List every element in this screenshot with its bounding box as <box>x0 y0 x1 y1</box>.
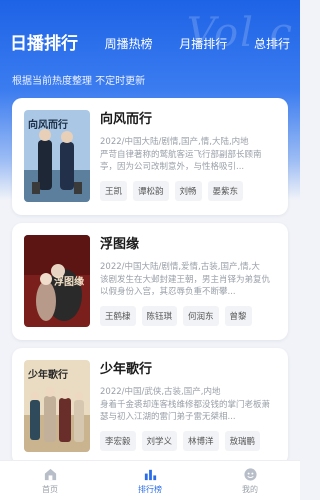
update-note: 根据当前热度整理 不定时更新 <box>12 76 146 87</box>
drama-card[interactable]: 向风而行 向风而行 2022/中国大陆/剧情,国产,情,大陆,内地 严苛自律著称… <box>12 98 288 215</box>
drama-meta: 2022/中国大陆/剧情,国产,情,大陆,内地 <box>100 137 249 147</box>
nav-ranking-label: 排行榜 <box>138 484 162 494</box>
drama-description: 严苛自律著称的鹫航客运飞行部副部长顾南亭，因为公司改制意外，与性格吸引... <box>100 150 262 172</box>
drama-poster: 浮图缘 <box>24 235 90 327</box>
home-icon <box>43 467 58 482</box>
poster-title: 少年歌行 <box>28 370 68 381</box>
poster-title: 浮图缘 <box>54 277 84 288</box>
drama-poster: 向风而行 <box>24 110 90 202</box>
tab-daily[interactable]: 日播排行 <box>10 29 78 54</box>
bottom-nav: 首页 排行榜 我的 <box>0 460 300 500</box>
actor-list: 王凯 谭松韵 刘畅 晏紫东 <box>100 181 278 201</box>
drama-card[interactable]: 少年歌行 少年歌行 2022/中国/武侠,古装,国产,内地 身着千金裘却连客栈维… <box>12 348 288 465</box>
actor-tag[interactable]: 敖瑞鹏 <box>224 431 261 451</box>
actor-tag[interactable]: 晏紫东 <box>207 181 244 201</box>
actor-tag[interactable]: 林博洋 <box>183 431 219 451</box>
drama-card[interactable]: 浮图缘 浮图缘 2022/中国大陆/剧情,爱情,古装,国产,情,大 该剧发生在大… <box>12 223 288 340</box>
rank-icon <box>143 467 158 482</box>
actor-tag[interactable]: 何润东 <box>183 306 219 326</box>
actor-tag[interactable]: 王鹤棣 <box>100 306 136 326</box>
nav-profile-label: 我的 <box>242 484 258 494</box>
actor-tag[interactable]: 李宏毅 <box>100 431 136 451</box>
drama-meta: 2022/中国大陆/剧情,爱情,古装,国产,情,大 <box>100 262 260 272</box>
nav-profile[interactable]: 我的 <box>220 467 280 495</box>
drama-title: 向风而行 <box>100 112 153 127</box>
drama-description: 该剧发生在大邺封建王朝，男主肖铎为弟复仇以假身份入宫，其忍辱负重不断攀... <box>100 275 271 297</box>
drama-poster: 少年歌行 <box>24 360 90 452</box>
nav-home[interactable]: 首页 <box>20 467 80 495</box>
ranking-tabs: 日播排行 周播热榜 月播排行 总排行 <box>10 28 290 54</box>
actor-tag[interactable]: 陈钰琪 <box>141 306 178 326</box>
actor-tag[interactable]: 刘学义 <box>141 431 178 451</box>
drama-meta: 2022/中国/武侠,古装,国产,内地 <box>100 387 221 397</box>
tab-weekly[interactable]: 周播热榜 <box>105 35 153 54</box>
nav-ranking[interactable]: 排行榜 <box>120 467 180 495</box>
drama-title: 浮图缘 <box>100 237 140 252</box>
nav-home-label: 首页 <box>42 484 58 494</box>
actor-tag[interactable]: 谭松韵 <box>133 181 169 201</box>
poster-title: 向风而行 <box>28 120 68 131</box>
actor-tag[interactable]: 曾黎 <box>224 306 252 326</box>
tab-total[interactable]: 总排行 <box>254 35 290 54</box>
tab-monthly[interactable]: 月播排行 <box>179 35 227 54</box>
drama-title: 少年歌行 <box>100 362 153 377</box>
actor-list: 王鹤棣 陈钰琪 何润东 曾黎 <box>100 306 278 326</box>
actor-tag[interactable]: 王凯 <box>100 181 128 201</box>
actor-tag[interactable]: 刘畅 <box>174 181 202 201</box>
profile-icon <box>243 467 258 482</box>
drama-description: 身着千金裘却连客栈维修都没钱的掌门老板萧瑟与初入江湖的雷门弟子雷无桀相... <box>100 400 271 422</box>
actor-list: 李宏毅 刘学义 林博洋 敖瑞鹏 <box>100 431 278 451</box>
